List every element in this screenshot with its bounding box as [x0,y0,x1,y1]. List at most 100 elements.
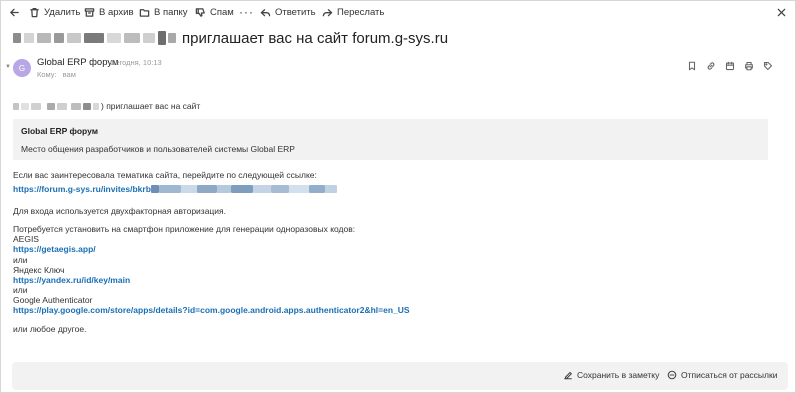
redacted-name [57,102,67,110]
card-title: Global ERP форум [21,126,98,136]
redacted-name [13,102,19,110]
save-note-button[interactable]: Сохранить в заметку [563,370,659,380]
move-to-folder-button[interactable]: В папку [135,1,192,23]
or-text: или [13,255,28,265]
mail-window: Удалить В архив В папку Спам ··· Ответит… [0,0,796,393]
message-actions [687,60,782,72]
forward-label: Переслать [337,6,385,18]
redacted-link [308,185,325,193]
reply-label: Ответить [275,6,316,18]
printer-icon [745,61,753,71]
redacted-link [180,185,197,193]
link-icon [707,62,715,70]
back-button[interactable] [5,1,24,23]
avatar-letter: G [18,63,26,73]
intro-text: Если вас заинтересовала тематика сайта, … [13,170,317,180]
invite-text: ) приглашает вас на сайт [101,101,201,111]
card-description: Место общения разработчиков и пользовате… [21,144,295,154]
toolbar: Удалить В архив В папку Спам ··· Ответит… [1,1,796,23]
app1-name: AEGIS [13,234,39,244]
redacted-link [150,185,159,193]
forward-icon [322,8,333,16]
minus-circle-icon [667,370,677,380]
arrow-left-icon [10,8,19,16]
message-footer: Сохранить в заметку Отписаться от рассыл… [12,362,788,390]
redacted-link [158,185,181,193]
to-value: вам [62,70,76,79]
redacted-sender [37,33,51,43]
redacted-sender [13,33,21,43]
archive-button[interactable]: В архив [80,1,138,23]
tag-icon [763,61,773,71]
redacted-link [196,185,217,193]
more-button[interactable]: ··· [235,1,258,23]
note-icon [564,371,572,380]
spam-label: Спам [210,6,234,18]
delete-button[interactable]: Удалить [25,1,84,23]
redacted-sender [124,33,140,43]
other-text: или любое другое. [13,324,87,334]
site-info-card: Global ERP форум Место общения разработч… [13,119,768,160]
redacted-sender [84,33,104,43]
calendar-button[interactable] [725,60,744,72]
recipient-line: Кому: вам [37,70,76,79]
redacted-name [31,102,41,110]
close-button[interactable] [772,1,791,23]
close-icon [777,8,786,16]
spam-button[interactable]: Спам [191,1,238,23]
redacted-link [252,185,271,193]
archive-icon [84,7,95,17]
app2-name: Яндекс Ключ [13,265,65,275]
calendar-icon [725,61,735,71]
to-label: Кому: [37,70,57,79]
redacted-link [324,185,337,193]
redacted-sender [67,33,81,43]
redacted-sender [158,31,166,45]
thumb-down-icon [195,7,205,17]
need-app-text: Потребуется установить на смартфон прило… [13,224,356,234]
or-text: или [13,285,28,295]
redacted-sender [168,33,176,43]
folder-icon [139,8,150,17]
unsubscribe-label: Отписаться от рассылки [681,370,778,380]
app2-link[interactable]: https://yandex.ru/id/key/main [13,275,130,285]
print-button[interactable] [744,60,763,72]
app1-link[interactable]: https://getaegis.app/ [13,244,96,254]
redacted-sender [107,33,121,43]
copy-link-button[interactable] [706,60,725,72]
redacted-link [270,185,289,193]
unsubscribe-button[interactable]: Отписаться от рассылки [667,370,777,380]
redacted-link [230,185,253,193]
save-note-label: Сохранить в заметку [577,370,660,380]
redacted-name [21,102,29,110]
twofa-text: Для входа используется двухфакторная авт… [13,206,227,216]
reply-button[interactable]: Ответить [256,1,320,23]
move-label: В папку [154,6,188,18]
redacted-link [288,185,309,193]
avatar: G [13,59,31,77]
collapse-arrow-icon[interactable]: ▼ [5,64,11,70]
sender-time: Сегодня, 10:13 [110,58,162,67]
archive-label: В архив [99,6,134,18]
label-button[interactable] [763,60,782,72]
sender-name[interactable]: Global ERP форум [37,57,119,68]
app3-link[interactable]: https://play.google.com/store/apps/detai… [13,305,410,315]
invite-link-row: https://forum.g-sys.ru/invites/bkrb [13,184,337,194]
redacted-name [93,102,99,110]
bookmark-icon [688,61,696,71]
redacted-link [216,185,231,193]
invite-line: ) приглашает вас на сайт [13,101,200,111]
invite-link[interactable]: https://forum.g-sys.ru/invites/bkrb [13,184,151,194]
redacted-name [47,102,55,110]
redacted-name [83,102,91,110]
subject-text: приглашает вас на сайт forum.g-sys.ru [182,29,449,47]
forward-button[interactable]: Переслать [318,1,388,23]
more-dots-icon: ··· [239,5,254,19]
delete-label: Удалить [44,6,81,18]
redacted-sender [143,33,155,43]
trash-icon [30,7,39,17]
app3-name: Google Authenticator [13,295,93,305]
redacted-sender [54,33,64,43]
email-subject: приглашает вас на сайт forum.g-sys.ru [13,28,448,48]
bookmark-button[interactable] [687,60,706,72]
